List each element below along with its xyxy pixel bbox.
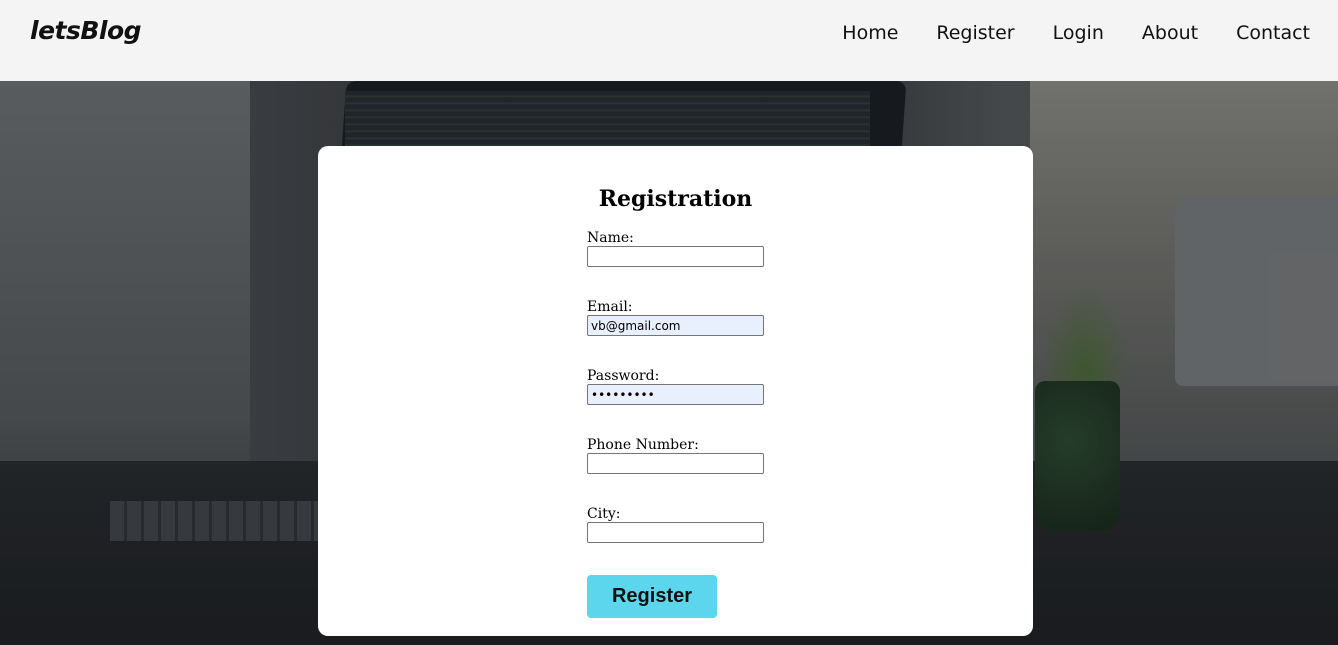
- email-field-group: Email:: [587, 299, 787, 368]
- email-label: Email:: [587, 299, 633, 315]
- phone-label: Phone Number:: [587, 437, 699, 453]
- registration-card: Registration Name: Email: Password: Phon…: [318, 146, 1033, 636]
- register-button[interactable]: Register: [587, 575, 717, 618]
- name-label: Name:: [587, 230, 634, 246]
- name-field-group: Name:: [587, 230, 787, 299]
- name-input[interactable]: [587, 246, 764, 267]
- password-input[interactable]: [587, 384, 764, 405]
- city-input[interactable]: [587, 522, 764, 543]
- nav-login[interactable]: Login: [1053, 22, 1104, 44]
- phone-field-group: Phone Number:: [587, 437, 787, 506]
- form-title: Registration: [598, 186, 753, 212]
- city-field-group: City:: [587, 506, 787, 575]
- navbar: letsBlog Home Register Login About Conta…: [0, 0, 1338, 81]
- city-label: City:: [587, 506, 621, 522]
- password-field-group: Password:: [587, 368, 787, 437]
- nav-contact[interactable]: Contact: [1236, 22, 1310, 44]
- nav-links: Home Register Login About Contact: [804, 22, 1310, 44]
- password-label: Password:: [587, 368, 660, 384]
- registration-form: Name: Email: Password: Phone Number: Cit…: [587, 230, 787, 575]
- phone-input[interactable]: [587, 453, 764, 474]
- nav-about[interactable]: About: [1142, 22, 1198, 44]
- nav-register[interactable]: Register: [936, 22, 1014, 44]
- email-input[interactable]: [587, 315, 764, 336]
- nav-home[interactable]: Home: [842, 22, 898, 44]
- brand-logo[interactable]: letsBlog: [30, 16, 142, 45]
